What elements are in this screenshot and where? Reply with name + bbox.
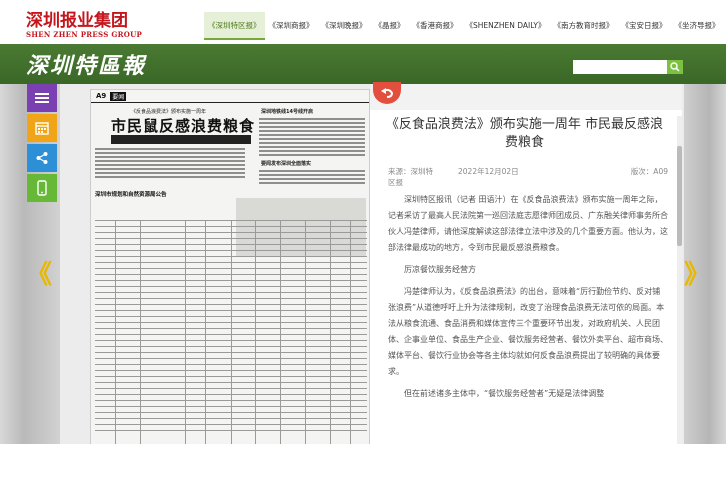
nav-tab-shenzhen-special-zone[interactable]: 《深圳特区报》 xyxy=(204,12,265,40)
article-subheading: 厉凉餐饮服务经营方 xyxy=(404,265,476,274)
article-toolbar xyxy=(370,84,682,110)
nav-tab-south-education[interactable]: 《南方教育时报》 xyxy=(550,12,618,40)
paper-right-title-1[interactable]: 深圳地铁线14号线开启 xyxy=(261,108,313,115)
paper-kicker: 《反食品浪费法》颁布实施一周年 xyxy=(131,109,207,115)
page-number: A9 xyxy=(96,92,107,100)
logo-english: SHEN ZHEN PRESS GROUP xyxy=(26,30,143,39)
share-icon xyxy=(36,152,48,164)
page-header: A9 要闻 xyxy=(91,90,369,103)
paper-subhead-bar xyxy=(111,135,251,144)
paper-right-text-2[interactable] xyxy=(259,170,365,186)
paper-right-title-2[interactable]: 要闻发布深圳全面落实 xyxy=(261,160,311,167)
back-arrow-icon xyxy=(381,88,394,98)
menu-icon xyxy=(35,93,49,103)
search-button[interactable] xyxy=(667,60,683,74)
paper-notice-title[interactable]: 深圳市规划和自然资源局公告 xyxy=(95,190,167,198)
share-button[interactable] xyxy=(27,144,57,172)
search-box xyxy=(573,60,683,74)
article-date: 2022年12月02日 xyxy=(458,167,519,176)
article-scrollbar[interactable] xyxy=(677,116,682,456)
mobile-icon xyxy=(37,180,47,196)
article-body: 深圳特区报讯（记者 田语汁）在《反食品浪费法》颁布实施一周年之际，记者采访了最高… xyxy=(388,192,668,408)
article-title: 《反食品浪费法》颁布实施一周年 市民最反感浪费粮食 xyxy=(385,117,664,150)
paper-right-text-1[interactable] xyxy=(259,118,365,158)
mobile-button[interactable] xyxy=(27,174,57,202)
nav-tab-economic-guide[interactable]: 《坐济导报》 xyxy=(671,12,724,40)
logo-chinese: 深圳报业集团 xyxy=(26,11,128,31)
newspaper-nav: 《深圳特区报》 《深圳商报》 《深圳晚报》 《晶报》 《香港商报》 《SHENZ… xyxy=(204,12,724,40)
brand-band: 深圳特區報 xyxy=(0,44,726,84)
paper-notice-table[interactable] xyxy=(95,220,367,448)
reader-area: 《 》 A9 要闻 《反食品浪费法》颁布实施一周年 市民鼠反感浪费粮食 深圳地铁… xyxy=(0,82,726,480)
menu-button[interactable] xyxy=(27,84,57,112)
article-paragraph: 深圳特区报讯（记者 田语汁）在《反食品浪费法》颁布实施一周年之际，记者采访了最高… xyxy=(388,195,668,252)
article-paragraph: 但在前述诸多主体中，“餐饮服务经营者”无疑是法律调整 xyxy=(404,389,605,398)
paper-headline[interactable]: 市民鼠反感浪费粮食 xyxy=(111,115,255,136)
newspaper-page[interactable]: A9 要闻 《反食品浪费法》颁布实施一周年 市民鼠反感浪费粮食 深圳地铁线14号… xyxy=(90,89,370,449)
article-source: 来源：深圳特区报 xyxy=(388,167,433,187)
article-paragraph: 冯楚律师认为，《反食品浪费法》的出台，意味着“厉行勤俭节约、反对铺张浪费”从道德… xyxy=(388,287,668,376)
calendar-icon xyxy=(35,122,49,135)
press-group-logo[interactable]: 深圳报业集团 SHEN ZHEN PRESS GROUP xyxy=(26,12,142,39)
prev-page-arrow[interactable]: 《 xyxy=(26,254,52,291)
nav-tab-shenzhen-evening[interactable]: 《深圳晚报》 xyxy=(318,12,371,40)
search-input[interactable] xyxy=(573,60,667,74)
calendar-button[interactable] xyxy=(27,114,57,142)
scrollbar-thumb[interactable] xyxy=(677,146,682,246)
nav-tab-shenzhen-daily[interactable]: 《SHENZHEN DAILY》 xyxy=(462,12,550,40)
article-panel: 《反食品浪费法》颁布实施一周年 市民最反感浪费粮食 来源：深圳特区报 2022年… xyxy=(370,82,682,480)
brand-title: 深圳特區報 xyxy=(26,53,147,79)
section-tag: 要闻 xyxy=(110,91,127,101)
page-footer xyxy=(0,444,726,480)
next-page-arrow[interactable]: 》 xyxy=(684,254,710,291)
search-icon xyxy=(670,62,680,72)
nav-tab-hk-commercial[interactable]: 《香港商报》 xyxy=(409,12,462,40)
nav-tab-baoan-daily[interactable]: 《宝安日报》 xyxy=(618,12,671,40)
paper-text-block[interactable] xyxy=(95,148,245,180)
article-edition: 版次：A09 xyxy=(630,167,668,176)
article-meta: 来源：深圳特区报 2022年12月02日 版次：A09 xyxy=(388,166,668,188)
nav-tab-shenzhen-commercial[interactable]: 《深圳商报》 xyxy=(265,12,318,40)
top-header: 深圳报业集团 SHEN ZHEN PRESS GROUP 《深圳特区报》 《深圳… xyxy=(0,0,726,44)
nav-tab-jingbao[interactable]: 《晶报》 xyxy=(371,12,409,40)
